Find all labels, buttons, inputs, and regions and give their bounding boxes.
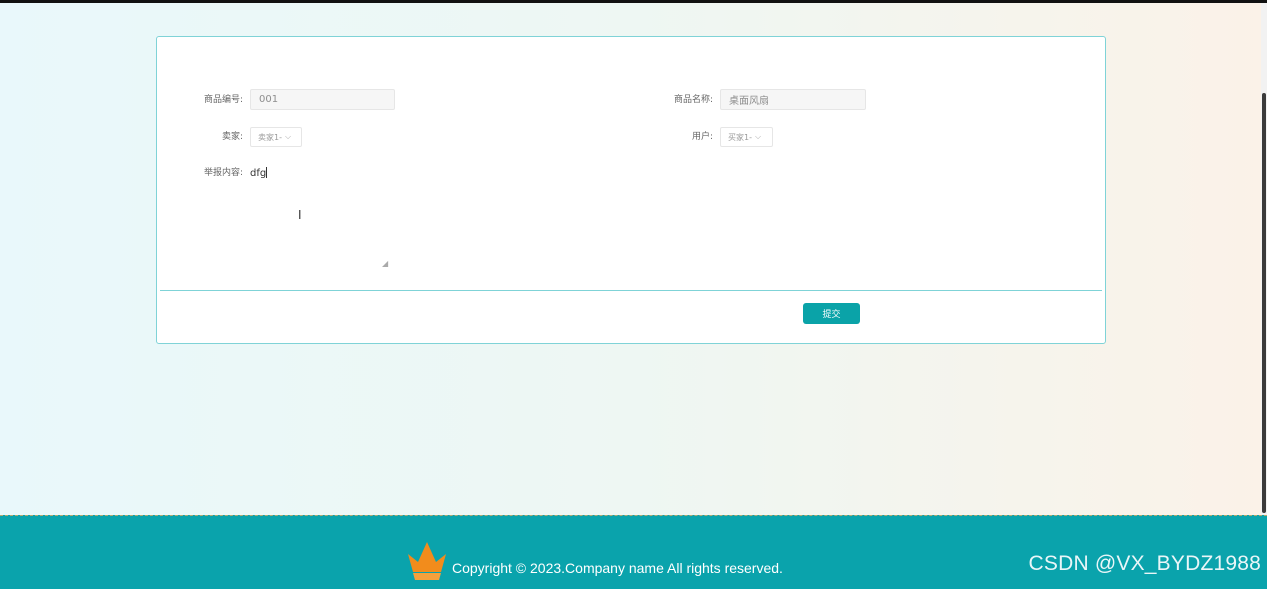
product-name-field[interactable]: 桌面风扇 bbox=[720, 89, 866, 110]
product-name-value: 桌面风扇 bbox=[729, 96, 769, 107]
user-value: 买家1- bbox=[728, 132, 752, 142]
report-content-value: dfg bbox=[250, 168, 267, 179]
crown-icon bbox=[408, 542, 446, 580]
product-name-label: 商品名称: bbox=[673, 95, 713, 105]
product-no-label: 商品编号: bbox=[203, 95, 243, 105]
user-select[interactable]: 买家1- ⌵ bbox=[720, 127, 773, 147]
submit-label: 提交 bbox=[822, 310, 841, 320]
text-caret bbox=[266, 167, 268, 178]
copyright-text: Copyright © 2023.Company name All rights… bbox=[452, 560, 783, 576]
report-content-textarea[interactable]: dfg bbox=[250, 167, 390, 271]
seller-select[interactable]: 卖家1- ⌵ bbox=[250, 127, 302, 147]
product-no-field[interactable]: 001 bbox=[250, 89, 395, 110]
report-form-panel: 商品编号: 001 商品名称: 桌面风扇 卖家: 卖家1- ⌵ 用户: 买家1-… bbox=[156, 36, 1106, 344]
vertical-scrollbar[interactable] bbox=[1261, 3, 1267, 515]
product-no-value: 001 bbox=[259, 94, 279, 105]
window-top-edge bbox=[0, 0, 1267, 3]
form-divider bbox=[160, 290, 1102, 291]
user-label: 用户: bbox=[691, 132, 713, 142]
submit-button[interactable]: 提交 bbox=[803, 303, 860, 324]
chevron-down-icon: ⌵ bbox=[284, 132, 292, 141]
text-cursor-icon: I bbox=[298, 208, 302, 222]
seller-label: 卖家: bbox=[221, 132, 243, 142]
chevron-down-icon: ⌵ bbox=[754, 132, 762, 141]
watermark-text: CSDN @VX_BYDZ1988 bbox=[1028, 552, 1261, 575]
resize-grip-icon[interactable]: ◢ bbox=[382, 260, 388, 268]
scrollbar-thumb[interactable] bbox=[1262, 93, 1266, 513]
report-content-label: 举报内容: bbox=[203, 168, 243, 178]
seller-value: 卖家1- bbox=[258, 132, 282, 142]
